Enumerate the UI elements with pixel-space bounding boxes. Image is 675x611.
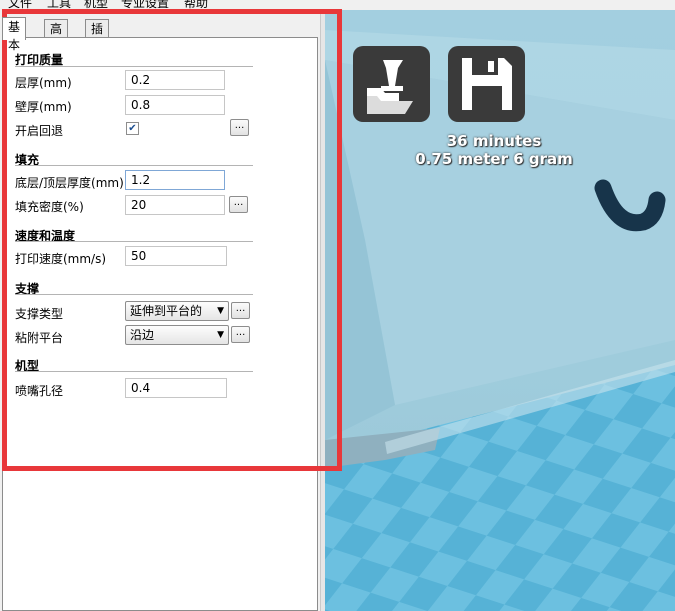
support-type-select[interactable]: 延伸到平台的 ▼ [125, 301, 229, 321]
tab-advanced[interactable]: 高级 [44, 19, 69, 54]
menu-expert[interactable]: 专业设置 [121, 0, 169, 10]
dropdown-arrow-icon: ▼ [217, 306, 224, 316]
menu-bar: 文件 工具 机型 专业设置 帮助 [0, 0, 675, 10]
adhesion-settings-button[interactable]: ... [231, 326, 250, 343]
tab-basic[interactable]: 基本 [2, 17, 27, 52]
checkmark-icon: ✔ [128, 123, 137, 134]
print-speed-label: 打印速度(mm/s) [15, 252, 107, 266]
print-speed-input[interactable]: 50 [125, 246, 227, 266]
retraction-label: 开启回退 [15, 124, 64, 138]
shell-thickness-input[interactable]: 0.8 [125, 95, 225, 115]
menu-file[interactable]: 文件 [8, 0, 32, 10]
save-gcode-icon [462, 58, 512, 110]
bottom-top-thickness-input[interactable]: 1.2 [125, 170, 225, 190]
section-divider [15, 294, 253, 295]
print-time-text: 36 minutes [446, 132, 542, 150]
fill-settings-button[interactable]: ... [229, 196, 248, 213]
load-model-button[interactable] [353, 46, 430, 122]
nozzle-size-label: 喷嘴孔径 [15, 384, 64, 398]
section-divider [15, 241, 253, 242]
menu-help[interactable]: 帮助 [184, 0, 208, 10]
shell-thickness-label: 壁厚(mm) [15, 100, 72, 114]
section-divider [15, 66, 253, 67]
menu-tools[interactable]: 工具 [47, 0, 71, 10]
platform-adhesion-value: 沿边 [130, 328, 155, 342]
menu-machine[interactable]: 机型 [84, 0, 108, 10]
platform-adhesion-select[interactable]: 沿边 ▼ [125, 325, 229, 345]
platform-adhesion-label: 粘附平台 [15, 331, 64, 345]
support-type-label: 支撑类型 [15, 307, 64, 321]
section-divider [15, 165, 253, 166]
retraction-checkbox[interactable]: ✔ [126, 122, 139, 135]
fill-density-label: 填充密度(%) [15, 200, 84, 214]
basic-settings-page: 打印质量 层厚(mm) 0.2 壁厚(mm) 0.8 开启回退 ✔ ... 填充… [2, 37, 318, 611]
section-divider [15, 371, 253, 372]
fill-density-input[interactable]: 20 [125, 195, 225, 215]
load-model-icon [367, 60, 413, 114]
material-usage-text: 0.75 meter 6 gram [415, 150, 573, 168]
layer-height-label: 层厚(mm) [15, 76, 72, 90]
save-gcode-button[interactable] [448, 46, 525, 122]
dropdown-arrow-icon: ▼ [217, 330, 224, 340]
nozzle-size-input[interactable]: 0.4 [125, 378, 227, 398]
layer-height-input[interactable]: 0.2 [125, 70, 225, 90]
support-type-value: 延伸到平台的 [130, 304, 203, 318]
support-settings-button[interactable]: ... [231, 302, 250, 319]
tab-plugins[interactable]: 插件 [85, 19, 110, 54]
retraction-settings-button[interactable]: ... [230, 119, 249, 136]
bottom-top-thickness-label: 底层/顶层厚度(mm) [15, 176, 124, 190]
